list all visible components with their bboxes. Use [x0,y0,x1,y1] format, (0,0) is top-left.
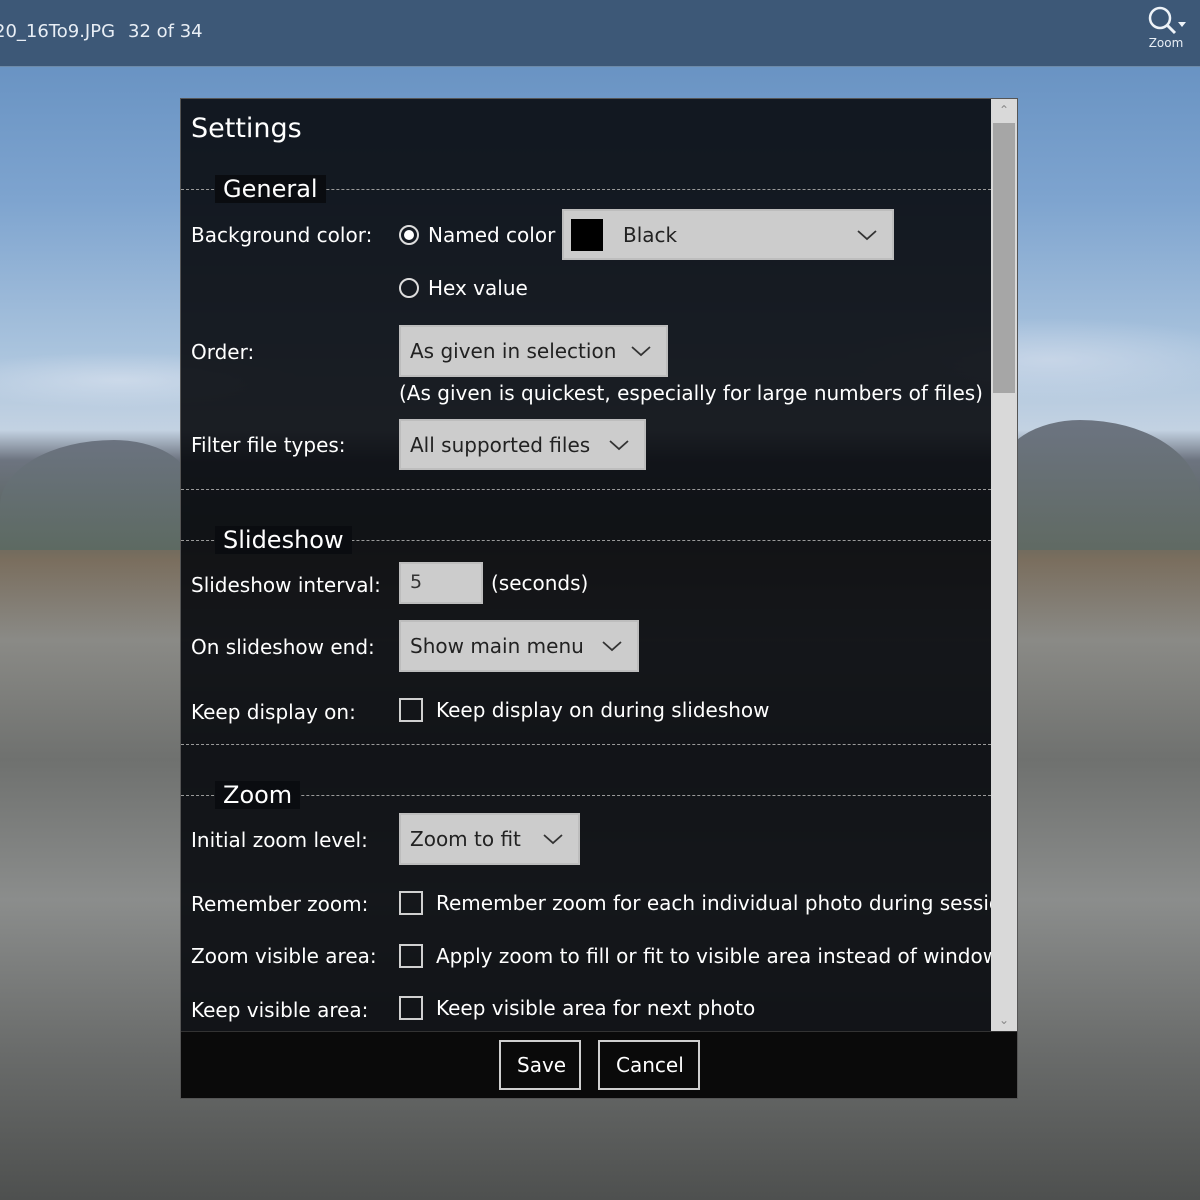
slideshow-end-value: Show main menu [410,634,584,658]
checkbox-box [399,944,423,968]
named-color-text: Named color [428,223,556,247]
slideshow-interval-label: Slideshow interval: [191,573,381,597]
initial-zoom-dropdown[interactable]: Zoom to fit [399,813,580,865]
filter-value: All supported files [410,432,591,457]
interval-unit: (seconds) [491,571,589,595]
checkbox-box [399,698,423,722]
dialog-title: Settings [191,113,302,144]
order-label: Order: [191,340,255,364]
keep-visible-area-label: Keep visible area: [191,998,369,1022]
interval-input[interactable]: 5 [399,562,483,604]
general-end-divider [181,489,991,490]
keep-display-checkbox[interactable]: Keep display on during slideshow [399,698,770,722]
remember-zoom-checkbox[interactable]: Remember zoom for each individual photo … [399,891,991,915]
chevron-down-icon [543,834,563,845]
filter-file-types-label: Filter file types: [191,433,346,457]
checkbox-box [399,891,423,915]
color-value: Black [623,222,678,247]
zoom-button[interactable]: Zoom [1142,4,1190,62]
vertical-scrollbar[interactable]: ⌃ ⌄ [991,99,1017,1031]
magnifier-icon [1148,6,1186,35]
hill-left [0,440,190,550]
zoom-visible-area-label: Zoom visible area: [191,944,377,968]
general-heading: General [207,175,334,203]
zoom-visible-area-checkbox[interactable]: Apply zoom to fill or fit to visible are… [399,944,991,968]
filter-dropdown[interactable]: All supported files [399,419,646,470]
slideshow-end-divider [181,744,991,745]
cancel-button[interactable]: Cancel [598,1040,700,1090]
zoom-label: Zoom [1148,36,1184,50]
color-swatch [571,218,603,251]
hex-value-radio[interactable]: Hex value [399,276,528,300]
order-value: As given in selection [410,339,617,363]
color-dropdown[interactable]: Black [562,209,894,260]
hex-value-text: Hex value [428,276,528,300]
radio-dot [399,225,419,245]
photo-counter: 32 of 34 [128,21,203,42]
radio-dot [399,278,419,298]
initial-zoom-value: Zoom to fit [410,827,521,851]
slideshow-heading: Slideshow [207,526,360,554]
zoom-heading: Zoom [207,781,308,809]
initial-zoom-label: Initial zoom level: [191,828,368,852]
settings-scroll-area[interactable]: Settings General Background color: Named… [181,99,991,1031]
order-dropdown[interactable]: As given in selection [399,325,668,377]
remember-zoom-text: Remember zoom for each individual photo … [436,891,991,915]
remember-zoom-label: Remember zoom: [191,892,369,916]
zoom-visible-area-text: Apply zoom to fill or fit to visible are… [436,944,991,968]
hill-right [1000,420,1200,550]
keep-display-label: Keep display on: [191,700,356,724]
top-bar: 20_16To9.JPG 32 of 34 Zoom [0,0,1200,67]
settings-dialog: Settings General Background color: Named… [180,98,1018,1099]
scroll-up-icon[interactable]: ⌃ [991,99,1017,121]
slideshow-end-label: On slideshow end: [191,635,375,659]
chevron-down-icon [857,229,877,240]
keep-visible-area-text: Keep visible area for next photo [436,996,756,1020]
save-button[interactable]: Save [499,1040,581,1090]
order-note: (As given is quickest, especially for la… [399,381,983,405]
scroll-down-icon[interactable]: ⌄ [991,1009,1017,1031]
named-color-radio[interactable]: Named color [399,223,555,247]
chevron-down-icon [609,439,629,450]
chevron-down-icon [602,641,622,652]
file-name: 20_16To9.JPG [0,21,116,42]
background-color-label: Background color: [191,223,373,247]
checkbox-box [399,996,423,1020]
dialog-footer: Save Cancel [181,1031,1017,1098]
scroll-thumb[interactable] [993,123,1015,393]
keep-visible-area-checkbox[interactable]: Keep visible area for next photo [399,996,755,1020]
keep-display-text: Keep display on during slideshow [436,698,770,722]
slideshow-end-dropdown[interactable]: Show main menu [399,620,639,672]
chevron-down-icon [631,346,651,357]
